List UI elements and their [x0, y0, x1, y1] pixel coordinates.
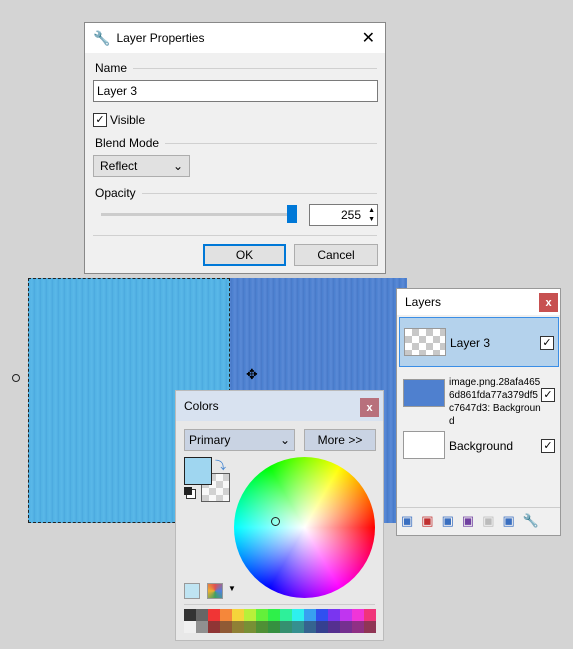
move-layer-down-icon[interactable]: ▣ [502, 513, 514, 529]
palette-swatch[interactable] [364, 621, 376, 633]
visible-checkbox[interactable]: ✓ [93, 113, 107, 127]
layer-row[interactable]: image.png.28afa4656d861fda77a379df5c7647… [399, 369, 559, 427]
palette-swatch[interactable] [364, 609, 376, 621]
visible-label: Visible [110, 113, 146, 127]
close-icon[interactable]: x [360, 398, 379, 417]
palette-swatch[interactable] [316, 621, 328, 633]
layer-visible-checkbox[interactable]: ✓ [540, 336, 554, 350]
layers-panel: Layers x Layer 3 ✓ image.png.28afa4656d8… [396, 288, 561, 536]
palette-swatch[interactable] [184, 609, 196, 621]
move-layer-up-icon[interactable]: ▣ [482, 513, 494, 529]
layer-visible-checkbox[interactable]: ✓ [541, 388, 555, 402]
palette-swatch[interactable] [268, 609, 280, 621]
color-wheel[interactable] [234, 457, 375, 598]
close-icon[interactable]: ✕ [362, 28, 375, 48]
opacity-label: Opacity [95, 186, 136, 200]
opacity-stepper[interactable]: 255 ▲ ▼ [309, 204, 378, 226]
palette-swatch[interactable] [328, 621, 340, 633]
ok-button[interactable]: OK [203, 244, 286, 266]
wrench-icon: 🔧 [93, 29, 111, 46]
palette-swatch[interactable] [220, 609, 232, 621]
add-to-palette-icon[interactable] [184, 583, 200, 599]
chevron-down-icon[interactable]: ▼ [228, 584, 236, 593]
palette-swatch[interactable] [340, 609, 352, 621]
colors-title: Colors [184, 399, 219, 413]
layers-title: Layers [405, 295, 442, 309]
palette-swatch[interactable] [292, 609, 304, 621]
stepper-arrows-icon[interactable]: ▲ ▼ [368, 206, 375, 224]
chevron-down-icon: ⌄ [172, 159, 183, 173]
palette-menu-icon[interactable] [207, 583, 223, 599]
palette-swatch[interactable] [280, 609, 292, 621]
layer-thumbnail [403, 431, 445, 459]
swap-colors-icon[interactable]: ⤵ [215, 457, 226, 473]
chevron-down-icon: ⌄ [279, 433, 290, 447]
palette-swatch[interactable] [256, 621, 268, 633]
palette-swatch[interactable] [232, 621, 244, 633]
palette-swatch[interactable] [208, 609, 220, 621]
palette-swatch[interactable] [256, 609, 268, 621]
colors-panel: Colors x Primary ⌄ More >> ⤵ ▼ [175, 390, 384, 641]
palette-swatch[interactable] [232, 609, 244, 621]
palette-swatch[interactable] [244, 609, 256, 621]
add-layer-icon[interactable]: ▣ [401, 513, 413, 529]
palette-swatch[interactable] [304, 621, 316, 633]
layer-properties-icon[interactable]: 🔧 [523, 513, 539, 529]
color-mode-select[interactable]: Primary ⌄ [184, 429, 295, 451]
duplicate-layer-icon[interactable]: ▣ [442, 513, 454, 529]
close-icon[interactable]: x [539, 293, 558, 312]
layer-thumbnail [403, 379, 445, 407]
merge-layer-down-icon[interactable]: ▣ [462, 513, 474, 529]
palette-swatch[interactable] [244, 621, 256, 633]
layer-thumbnail [404, 328, 446, 356]
dialog-title: Layer Properties [116, 31, 205, 45]
layer-properties-dialog: 🔧 Layer Properties ✕ Name ✓ Visible Blen… [84, 22, 386, 274]
layer-row[interactable]: Background ✓ [399, 421, 559, 471]
layer-row[interactable]: Layer 3 ✓ [399, 317, 559, 367]
palette-swatch[interactable] [304, 609, 316, 621]
palette-swatch[interactable] [196, 609, 208, 621]
cancel-button[interactable]: Cancel [294, 244, 378, 266]
selection-handle[interactable] [12, 374, 20, 382]
layer-visible-checkbox[interactable]: ✓ [541, 439, 555, 453]
palette-swatch[interactable] [292, 621, 304, 633]
opacity-slider[interactable] [101, 205, 297, 223]
color-wheel-cursor[interactable] [271, 517, 280, 526]
name-input[interactable] [93, 80, 378, 102]
blend-mode-select[interactable]: Reflect ⌄ [93, 155, 190, 177]
slider-thumb[interactable] [287, 205, 297, 223]
delete-layer-icon[interactable]: ▣ [421, 513, 433, 529]
palette-swatch[interactable] [220, 621, 232, 633]
palette-swatch[interactable] [196, 621, 208, 633]
move-icon[interactable]: ✥ [246, 366, 258, 383]
palette-swatch[interactable] [352, 609, 364, 621]
primary-color-swatch[interactable] [184, 457, 212, 485]
palette-swatch[interactable] [328, 609, 340, 621]
palette-swatch[interactable] [268, 621, 280, 633]
palette-swatch[interactable] [316, 609, 328, 621]
palette-swatch[interactable] [352, 621, 364, 633]
palette-swatch[interactable] [280, 621, 292, 633]
reset-colors-icon[interactable] [184, 487, 192, 495]
palette-swatch[interactable] [184, 621, 196, 633]
more-button[interactable]: More >> [304, 429, 376, 451]
color-palette [184, 609, 376, 633]
palette-swatch[interactable] [340, 621, 352, 633]
name-label: Name [95, 61, 128, 75]
palette-swatch[interactable] [208, 621, 220, 633]
blend-mode-label: Blend Mode [95, 136, 160, 150]
